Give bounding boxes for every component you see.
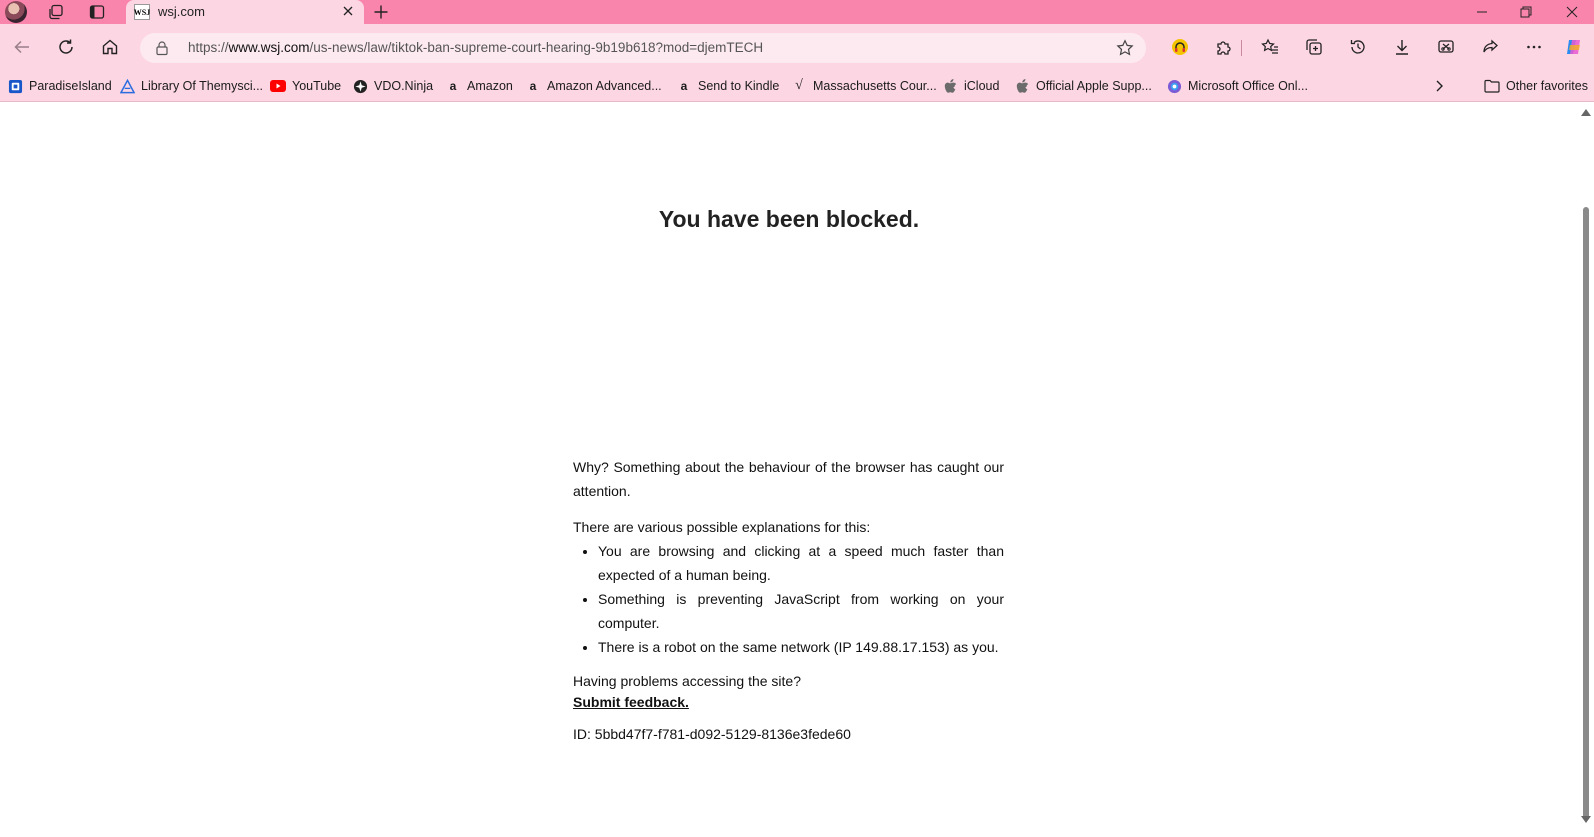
bookmark-square-icon: [7, 78, 23, 94]
copilot-icon[interactable]: [1562, 35, 1586, 59]
back-icon[interactable]: [10, 35, 34, 59]
folder-icon: [1484, 78, 1500, 94]
favorites-overflow-chevron-icon[interactable]: [1432, 76, 1446, 96]
toolbar-separator: [1241, 40, 1242, 56]
scroll-down-arrow-icon[interactable]: [1581, 816, 1591, 823]
address-bar[interactable]: https://www.wsj.com/us-news/law/tiktok-b…: [140, 33, 1146, 63]
favorite-item-send-to-kindle[interactable]: a Send to Kindle: [676, 76, 780, 96]
favorite-label: ParadiseIsland: [29, 79, 112, 93]
extensions-puzzle-icon[interactable]: [1212, 35, 1236, 59]
block-id: ID: 5bbd47f7-f781-d092-5129-8136e3fede60: [573, 726, 851, 742]
problems-text: Having problems accessing the site?: [573, 673, 802, 689]
other-favorites-label: Other favorites: [1506, 79, 1588, 93]
workspaces-icon[interactable]: [47, 3, 65, 21]
amazon-icon: a: [529, 79, 537, 93]
favorite-item-library-of-themyscira[interactable]: Library Of Themysci...: [119, 76, 263, 96]
wsj-favicon-icon: WSJ: [134, 4, 150, 20]
youtube-icon: [270, 78, 286, 94]
tab-active[interactable]: WSJ wsj.com: [126, 0, 364, 24]
ninja-star-icon: [352, 78, 368, 94]
submit-feedback-link[interactable]: Submit feedback.: [573, 694, 689, 710]
favorite-label: Library Of Themysci...: [141, 79, 264, 93]
home-icon[interactable]: [98, 35, 122, 59]
more-options-icon[interactable]: [1522, 35, 1546, 59]
page-heading: You have been blocked.: [658, 206, 920, 232]
apple-icon: [1014, 78, 1030, 94]
url-host: www.wsj.com: [228, 40, 310, 55]
collections-icon[interactable]: [1302, 35, 1326, 59]
favorite-item-massachusetts-courts[interactable]: √ Massachusetts Cour...: [791, 76, 937, 96]
favorite-label: VDO.Ninja: [374, 79, 434, 93]
scroll-thumb[interactable]: [1583, 207, 1589, 819]
refresh-icon[interactable]: [54, 35, 78, 59]
share-icon[interactable]: [1478, 35, 1502, 59]
amazon-icon: a: [680, 79, 688, 93]
minimize-button[interactable]: [1460, 0, 1504, 24]
block-message: Why? Something about the behaviour of th…: [573, 455, 1004, 743]
checkmark-logo-icon: √: [795, 78, 803, 93]
favorite-item-vdo-ninja[interactable]: VDO.Ninja: [352, 76, 433, 96]
favorite-item-icloud[interactable]: iCloud: [942, 76, 999, 96]
favorite-star-icon[interactable]: [1116, 39, 1134, 57]
extension-headphones-icon[interactable]: [1168, 35, 1192, 59]
apple-icon: [942, 78, 958, 94]
favorite-item-amazon[interactable]: a Amazon: [445, 76, 513, 96]
favorite-label: Amazon Advanced...: [547, 79, 662, 93]
tab-strip: WSJ wsj.com: [0, 0, 1594, 24]
office-icon: [1166, 78, 1182, 94]
url-scheme: https://: [188, 40, 229, 55]
favorite-label: YouTube: [292, 79, 342, 93]
close-tab-icon[interactable]: [340, 3, 356, 19]
why-paragraph: Why? Something about the behaviour of th…: [573, 459, 1004, 499]
other-favorites-folder[interactable]: Other favorites: [1484, 76, 1588, 96]
list-item: You are browsing and clicking at a speed…: [598, 539, 1004, 587]
favorite-item-apple-support[interactable]: Official Apple Supp...: [1014, 76, 1152, 96]
downloads-icon[interactable]: [1390, 35, 1414, 59]
favorite-label: Send to Kindle: [698, 79, 780, 93]
tab-actions-icon[interactable]: [88, 3, 106, 21]
history-icon[interactable]: [1346, 35, 1370, 59]
explanations-intro: There are various possible explanations …: [573, 519, 871, 535]
lock-icon[interactable]: [154, 40, 170, 56]
amazon-icon: a: [449, 79, 457, 93]
url-path: /us-news/law/tiktok-ban-supreme-court-he…: [309, 40, 764, 55]
favorite-label: Microsoft Office Onl...: [1188, 79, 1308, 93]
browser-toolbar: https://www.wsj.com/us-news/law/tiktok-b…: [0, 24, 1594, 70]
list-item: There is a robot on the same network (IP…: [598, 635, 1004, 659]
url-text[interactable]: https://www.wsj.com/us-news/law/tiktok-b…: [188, 40, 763, 55]
favorite-label: Massachusetts Cour...: [813, 79, 937, 93]
screenshot-icon[interactable]: [1434, 35, 1458, 59]
triangle-logo-icon: [119, 78, 135, 94]
tab-title: wsj.com: [158, 4, 205, 19]
favorite-item-youtube[interactable]: YouTube: [270, 76, 341, 96]
list-item: Something is preventing JavaScript from …: [598, 587, 1004, 635]
profile-avatar[interactable]: [5, 1, 27, 23]
page-content: You have been blocked. Why? Something ab…: [0, 103, 1578, 837]
new-tab-icon[interactable]: [372, 3, 390, 21]
favorite-label: Official Apple Supp...: [1036, 79, 1152, 93]
favorite-label: Amazon: [467, 79, 513, 93]
close-window-button[interactable]: [1550, 0, 1594, 24]
favorites-bar: ParadiseIsland Library Of Themysci... Yo…: [0, 70, 1594, 102]
restore-button[interactable]: [1504, 0, 1548, 24]
favorite-item-microsoft-office[interactable]: Microsoft Office Onl...: [1166, 76, 1308, 96]
vertical-scrollbar[interactable]: [1578, 103, 1594, 837]
favorite-label: iCloud: [964, 79, 1000, 93]
favorite-item-amazon-advanced[interactable]: a Amazon Advanced...: [525, 76, 662, 96]
favorite-item-paradiseisland[interactable]: ParadiseIsland: [7, 76, 112, 96]
favorites-list-icon[interactable]: [1258, 35, 1282, 59]
explanations-list: You are browsing and clicking at a speed…: [598, 539, 1004, 659]
scroll-up-arrow-icon[interactable]: [1581, 109, 1591, 116]
